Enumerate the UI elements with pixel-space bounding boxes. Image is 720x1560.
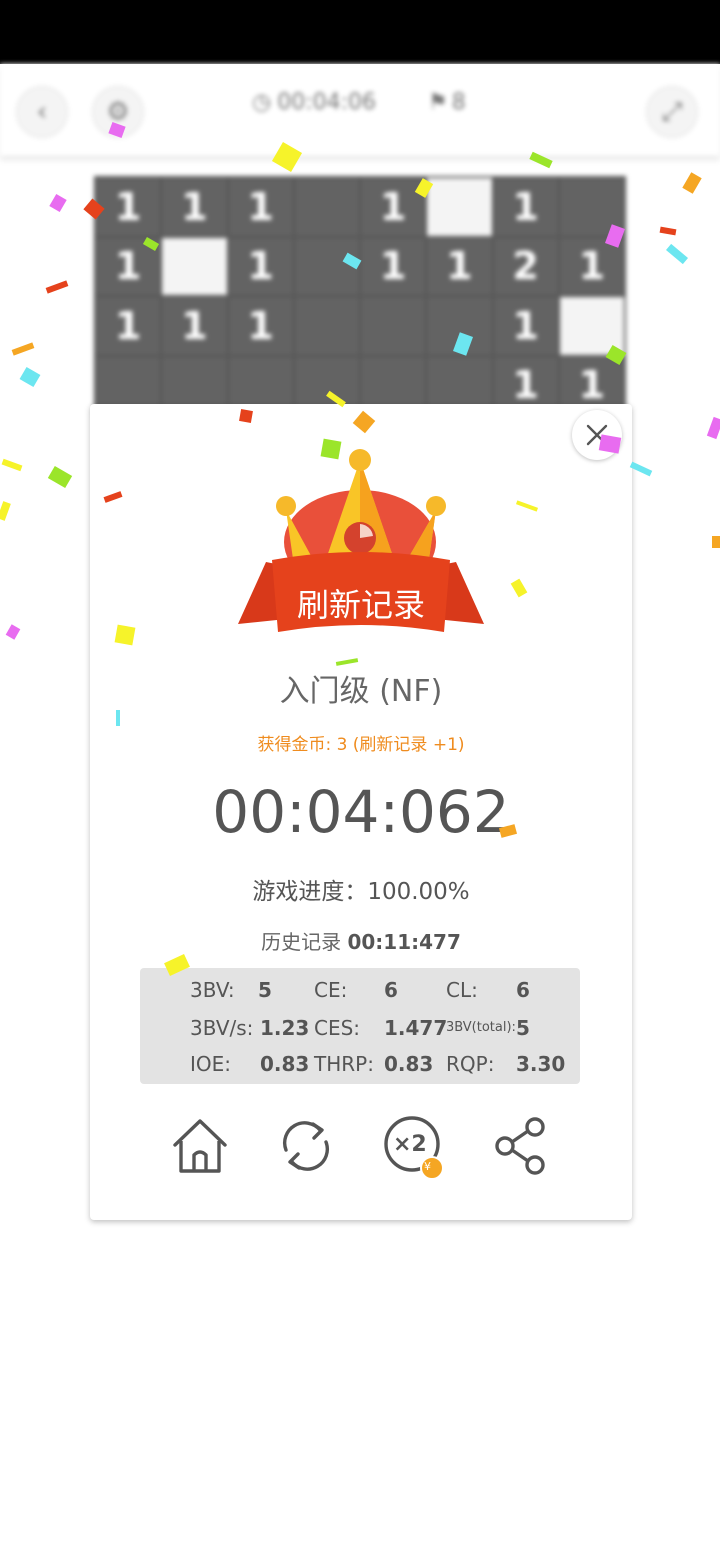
stat-value-ces: 1.477: [384, 1016, 448, 1040]
stat-label-3bv-total: 3BV(total):: [446, 1020, 516, 1035]
finish-time: 00:04:062: [212, 778, 510, 846]
stat-label-3bvs: 3BV/s:: [190, 1016, 254, 1040]
stat-value-ce: 6: [384, 978, 398, 1002]
flag-count: 8: [451, 90, 466, 115]
board-cell[interactable]: 1: [493, 297, 558, 355]
board-cell[interactable]: [427, 297, 492, 355]
coin-glyph: ¥: [424, 1160, 431, 1173]
board-cell[interactable]: [427, 178, 492, 236]
stats-panel: 3BV: 5 CE: 6 CL: 6 3BV/s: 1.23 CES: 1.47…: [140, 968, 580, 1084]
stat-label-ce: CE:: [314, 978, 348, 1002]
stat-label-ioe: IOE:: [190, 1052, 232, 1076]
board-cell[interactable]: 1: [162, 297, 227, 355]
game-top-bar: ‹ ⚙ ◷ 00:04:06 ⚑ 8 ⤢: [0, 64, 720, 156]
board-cell[interactable]: 1: [228, 237, 293, 295]
home-button[interactable]: [166, 1112, 234, 1180]
minesweeper-board: 11111111121111111: [94, 176, 626, 416]
restart-button[interactable]: [272, 1112, 340, 1180]
game-timer: ◷ 00:04:06: [252, 90, 376, 115]
clock-icon: ◷: [252, 90, 272, 115]
stat-label-thrp: THRP:: [314, 1052, 374, 1076]
stat-label-rqp: RQP:: [446, 1052, 495, 1076]
stat-value-ioe: 0.83: [260, 1052, 310, 1076]
double-badge-text: ×2: [393, 1132, 427, 1157]
stat-value-3bvs: 1.23: [260, 1016, 310, 1040]
difficulty-level: 入门级 (NF): [279, 674, 443, 709]
stat-value-rqp: 3.30: [516, 1052, 566, 1076]
board-cell[interactable]: [162, 237, 227, 295]
settings-button[interactable]: ⚙: [92, 86, 144, 138]
expand-icon: ⤢: [661, 96, 683, 127]
board-cell[interactable]: [559, 178, 624, 236]
board-cell[interactable]: 1: [427, 237, 492, 295]
board-cell[interactable]: 1: [493, 178, 558, 236]
status-bar: [0, 0, 720, 64]
coins-earned: 获得金币: 3 (刷新记录 +1): [257, 735, 465, 755]
share-icon: [495, 1117, 545, 1175]
board-cell[interactable]: 1: [162, 178, 227, 236]
board-cell[interactable]: 1: [228, 178, 293, 236]
stat-label-cl: CL:: [446, 978, 478, 1002]
stat-value-thrp: 0.83: [384, 1052, 434, 1076]
double-coins-button[interactable]: ×2 ¥: [380, 1112, 448, 1180]
board-cell[interactable]: [294, 297, 359, 355]
back-icon: ‹: [36, 97, 48, 127]
stat-value-3bv-total: 5: [516, 1016, 530, 1040]
history-record: 历史记录 00:11:477: [90, 926, 632, 955]
flag-counter: ⚑ 8: [428, 90, 466, 115]
expand-button[interactable]: ⤢: [646, 86, 698, 138]
board-cell[interactable]: 1: [228, 297, 293, 355]
board-cell[interactable]: [559, 297, 624, 355]
action-bar: ×2 ¥: [90, 1112, 632, 1182]
board-cell[interactable]: [294, 237, 359, 295]
stat-value-cl: 6: [516, 978, 530, 1002]
close-icon: [586, 424, 608, 446]
restart-icon: [282, 1121, 330, 1171]
stat-value-3bv: 5: [258, 978, 272, 1002]
board-cell[interactable]: 1: [361, 237, 426, 295]
board-cell[interactable]: 1: [361, 178, 426, 236]
board-cell[interactable]: 1: [559, 237, 624, 295]
board-cell[interactable]: 2: [493, 237, 558, 295]
board-cell[interactable]: [294, 178, 359, 236]
history-value: 00:11:477: [347, 930, 461, 954]
home-icon: [173, 1119, 227, 1173]
stat-label-ces: CES:: [314, 1016, 361, 1040]
stat-label-3bv: 3BV:: [190, 978, 235, 1002]
board-cell[interactable]: 1: [96, 237, 161, 295]
board-cell[interactable]: 1: [96, 297, 161, 355]
board-cell[interactable]: [361, 297, 426, 355]
close-button[interactable]: [572, 410, 622, 460]
game-progress: 游戏进度：100.00%: [252, 879, 470, 905]
game-timer-value: 00:04:06: [277, 90, 377, 115]
flag-icon: ⚑: [428, 90, 448, 115]
settings-icon: ⚙: [106, 97, 130, 127]
back-button[interactable]: ‹: [16, 86, 68, 138]
record-dialog: 刷新记录 入门级 (NF) 获得金币: 3 (刷新记录 +1) 00:04:06…: [90, 404, 632, 1220]
share-button[interactable]: [486, 1112, 554, 1180]
history-label: 历史记录: [261, 930, 342, 954]
record-banner-text: 刷新记录: [296, 586, 425, 624]
board-cell[interactable]: 1: [96, 178, 161, 236]
